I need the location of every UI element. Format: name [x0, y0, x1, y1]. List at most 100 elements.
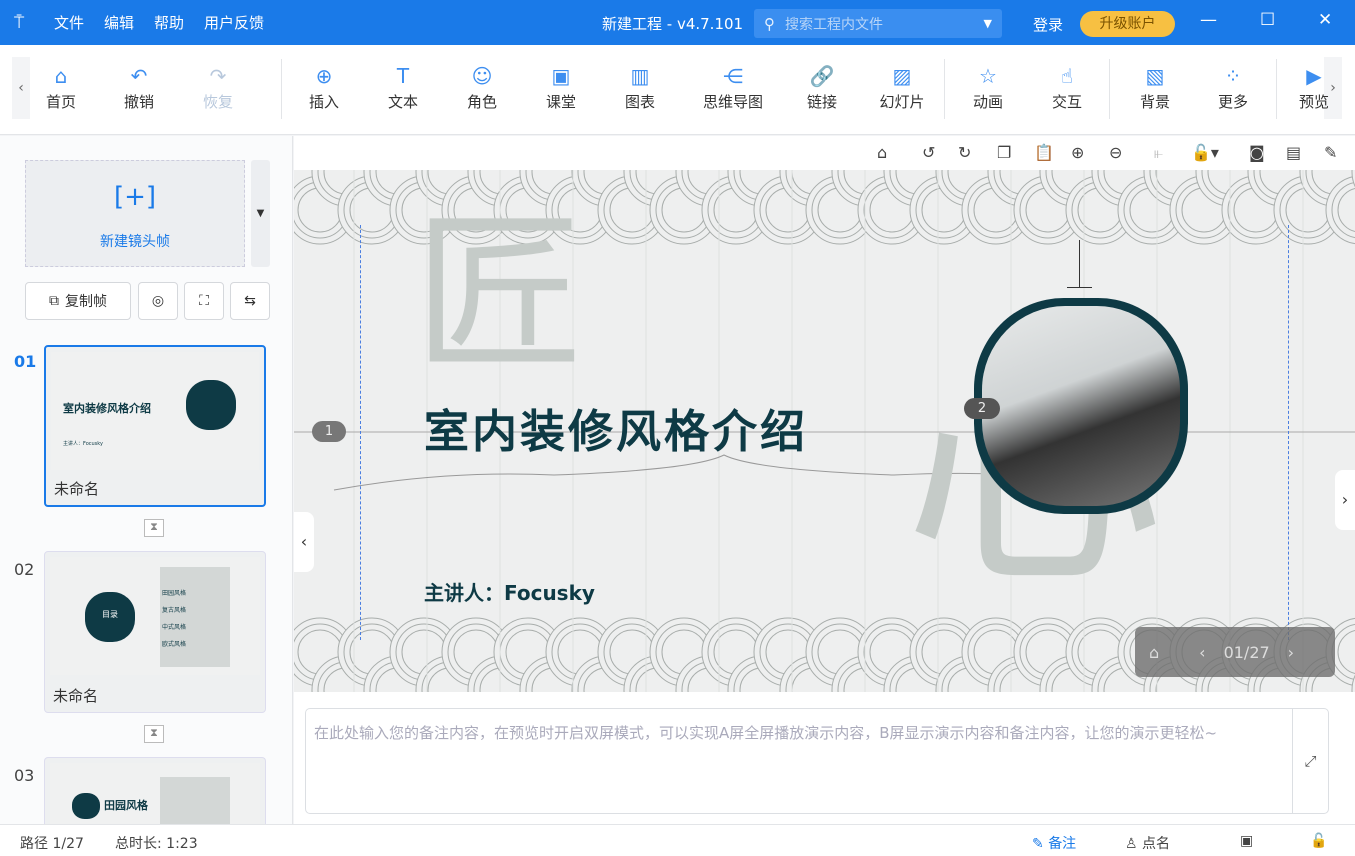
camera-button[interactable]: ◎ — [138, 282, 178, 320]
toolbar-label: 思维导图 — [702, 93, 763, 111]
new-frame-dropdown[interactable]: ▼ — [251, 160, 270, 267]
toolbar-label: 角色 — [466, 93, 497, 111]
copy-frame-button[interactable]: ⧉ 复制帧 — [25, 282, 131, 320]
camera-icon[interactable]: ◙ — [1249, 143, 1265, 162]
slide-presenter[interactable]: 主讲人：Focusky — [424, 577, 595, 606]
menu-edit[interactable]: 编辑 — [104, 12, 134, 33]
minimize-icon[interactable]: — — [1200, 10, 1217, 30]
zoom-out-icon[interactable]: ⊖ — [1109, 143, 1122, 162]
slide-thumbnail-2[interactable]: 目录 田园风格 复古风格 中式风格 欧式风格 未命名 — [44, 551, 266, 713]
slide-photo[interactable] — [974, 298, 1188, 514]
screen-icon[interactable]: ▣ — [1240, 833, 1253, 849]
divider — [944, 59, 945, 119]
slide-number: 02 — [14, 560, 35, 579]
next-icon[interactable]: › — [1288, 643, 1294, 662]
prev-icon[interactable]: ‹ — [1199, 643, 1205, 662]
paste-icon[interactable]: 📋 — [1034, 143, 1054, 162]
upgrade-button[interactable]: 升级账户 — [1080, 11, 1175, 37]
grid-icon: ⁘ — [1224, 64, 1242, 88]
thumb-title: 室内装修风格介绍 — [63, 402, 151, 415]
toolbar-redo-button[interactable]: ↷ 恢复 — [188, 63, 248, 112]
text-icon: T — [396, 64, 410, 88]
chart-icon: ▥ — [630, 64, 650, 88]
rollcall-button[interactable]: ♙ 点名 — [1125, 833, 1170, 853]
toolbar-home-button[interactable]: ⌂ 首页 — [31, 63, 91, 112]
search-input[interactable]: ⚲ 搜索工程内文件 ▼ — [754, 9, 1002, 38]
chevron-down-icon[interactable]: ▼ — [984, 17, 992, 30]
home-icon[interactable]: ⌂ — [1149, 643, 1159, 662]
path-marker-2[interactable]: 2 — [964, 398, 1000, 419]
zoom-in-icon[interactable]: ⊕ — [1071, 143, 1084, 162]
toolbar-mindmap-button[interactable]: ⋲ 思维导图 — [701, 63, 765, 112]
canvas-stage[interactable]: 匠 心 室内装修风格介绍 主讲人：Focusky 1 2 ‹ › ⌂ ‹ 01/… — [294, 170, 1355, 692]
copy-frame-label: 复制帧 — [65, 294, 107, 310]
new-frame-button[interactable]: [+] 新建镜头帧 — [25, 160, 245, 267]
close-icon[interactable]: ✕ — [1318, 10, 1332, 30]
slide-name: 未命名 — [54, 480, 100, 498]
toolbar-link-button[interactable]: 🔗 链接 — [792, 63, 852, 112]
title-bar: ⍑ 文件 编辑 帮助 用户反馈 新建工程 - v4.7.101 ⚲ 搜索工程内文件… — [0, 0, 1355, 45]
expand-right-panel-button[interactable]: › — [1335, 470, 1355, 530]
toolbar-grid-button[interactable]: ⁘ 更多 — [1203, 63, 1263, 112]
align-icon[interactable]: ⫦ — [1154, 143, 1163, 163]
toolbar-classroom-button[interactable]: ▣ 课堂 — [531, 63, 591, 112]
toolbar-character-button[interactable]: ☺ 角色 — [452, 63, 512, 112]
unlock-icon[interactable]: 🔓 — [1310, 833, 1327, 849]
toolbar-plus-circle-button[interactable]: ⊕ 插入 — [294, 63, 354, 112]
screenshot-button[interactable]: ⛶ — [184, 282, 224, 320]
timer-icon[interactable]: ▤ — [1286, 143, 1301, 162]
path-marker-1[interactable]: 1 — [312, 421, 346, 442]
toolbar-chart-button[interactable]: ▥ 图表 — [610, 63, 670, 112]
maximize-icon[interactable]: ☐ — [1260, 10, 1275, 30]
slide-number: 03 — [14, 766, 35, 785]
notes-input[interactable]: 在此处输入您的备注内容，在预览时开启双屏模式，可以实现A屏全屏播放演示内容，B屏… — [305, 708, 1329, 814]
toolbar-tap-button[interactable]: ☝ 交互 — [1037, 63, 1097, 112]
notes-button[interactable]: ✎ 备注 — [1032, 833, 1076, 853]
home-icon: ⌂ — [54, 64, 68, 88]
toolbar-star-button[interactable]: ☆ 动画 — [958, 63, 1018, 112]
rotate-right-icon[interactable]: ↻ — [958, 143, 971, 162]
rotate-left-icon[interactable]: ↺ — [922, 143, 935, 162]
toolbar-label: 插入 — [308, 93, 339, 111]
menu-file[interactable]: 文件 — [54, 12, 84, 33]
redo-icon: ↷ — [209, 64, 227, 88]
toolbar-undo-button[interactable]: ↶ 撤销 — [109, 63, 169, 112]
slide-counter: 01/27 — [1223, 642, 1270, 662]
link-icon: 🔗 — [809, 64, 835, 88]
slide-number: 01 — [14, 352, 37, 371]
copy-icon[interactable]: ❐ — [997, 143, 1011, 162]
toolbar-play-button[interactable]: ▶ 预览 — [1284, 63, 1344, 112]
notes-placeholder: 在此处输入您的备注内容，在预览时开启双屏模式，可以实现A屏全屏播放演示内容，B屏… — [314, 724, 1218, 742]
toolbar: ‹ › ⌂ 首页 ↶ 撤销 ↷ 恢复 ⊕ 插入 T 文本 ☺ 角色 ▣ 课堂 ▥ 图表 ⋲ 思维导图 🔗 链接 ▨ 幻灯片… — [0, 45, 1355, 135]
slide-preview: 田园风格 — [50, 763, 260, 824]
home-view-icon[interactable]: ⌂ — [877, 143, 887, 162]
collapse-sidebar-button[interactable]: ‹ — [294, 512, 314, 572]
divider — [1109, 59, 1110, 119]
path-icon: ⇆ — [244, 293, 256, 309]
toc-item: 中式风格 — [162, 624, 187, 631]
unlock-dropdown-icon[interactable]: 🔓▾ — [1191, 143, 1219, 162]
toolbar-text-button[interactable]: T 文本 — [373, 63, 433, 112]
menu-feedback[interactable]: 用户反馈 — [204, 12, 264, 33]
frame-sidebar: [+] 新建镜头帧 ▼ ⧉ 复制帧 ◎ ⛶ ⇆ 01 室内装修风格介绍 主讲人：F… — [0, 136, 293, 824]
expand-icon[interactable]: ⤢ — [1292, 709, 1328, 813]
toolbar-slide-button[interactable]: ▨ 幻灯片 — [872, 63, 932, 112]
slide-thumbnail-1[interactable]: 室内装修风格介绍 主讲人：Focusky 未命名 — [44, 345, 266, 507]
slide-thumbnail-3[interactable]: 田园风格 — [44, 757, 266, 824]
decorative-char: 匠 — [414, 196, 585, 394]
transition-icon[interactable]: ⧗ — [144, 519, 164, 537]
login-button[interactable]: 登录 — [1033, 14, 1063, 35]
thumb-presenter: 主讲人：Focusky — [63, 441, 103, 447]
toolbar-label: 课堂 — [545, 93, 576, 111]
slide-title[interactable]: 室内装修风格介绍 — [424, 395, 808, 460]
menu-help[interactable]: 帮助 — [154, 12, 184, 33]
mindmap-icon: ⋲ — [723, 64, 743, 88]
path-button[interactable]: ⇆ — [230, 282, 270, 320]
toolbar-label: 恢复 — [202, 93, 233, 111]
toolbar-scroll-left[interactable]: ‹ — [12, 57, 30, 119]
toolbar-background-button[interactable]: ▧ 背景 — [1125, 63, 1185, 112]
search-icon: ⚲ — [764, 14, 775, 33]
edit-icon[interactable]: ✎ — [1324, 143, 1337, 162]
transition-icon[interactable]: ⧗ — [144, 725, 164, 743]
thumb-toc: 目录 — [85, 592, 135, 642]
